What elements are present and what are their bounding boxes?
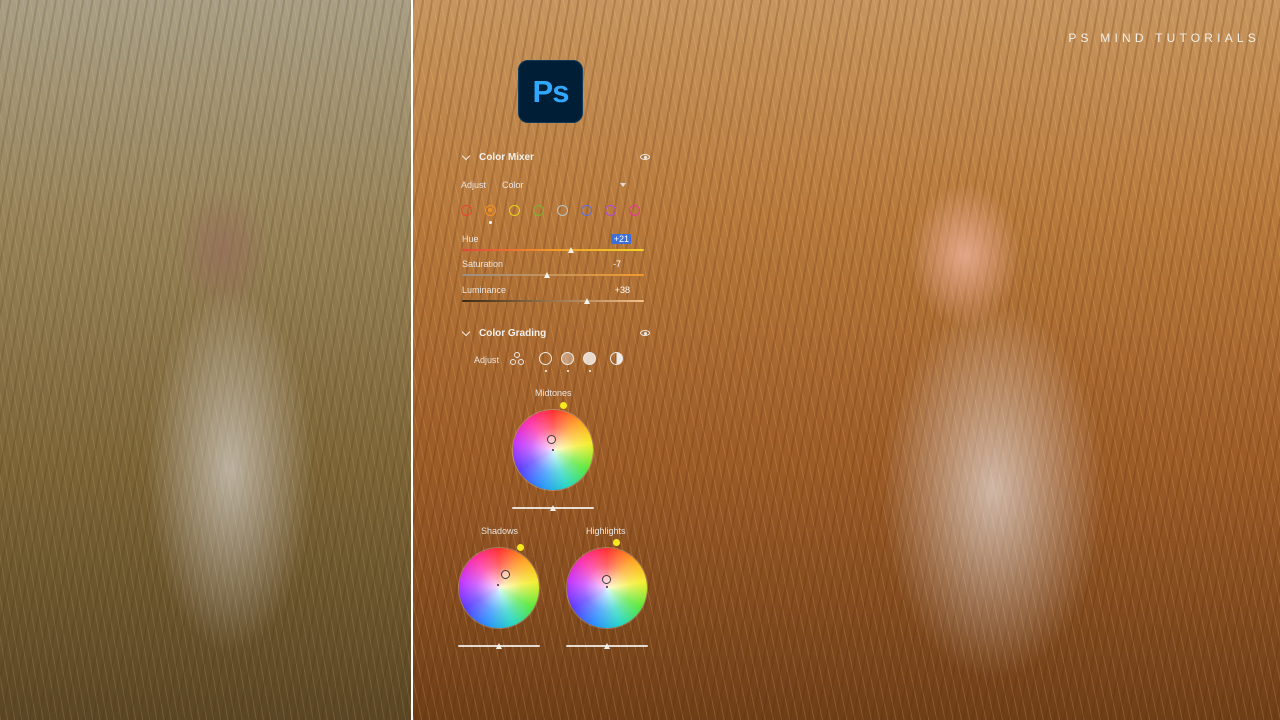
before-after-divider xyxy=(411,0,413,720)
color-grading-title: Color Grading xyxy=(479,328,547,339)
color-grading-adjust-label: Adjust xyxy=(474,355,500,365)
shadows-luminance-knob[interactable] xyxy=(517,544,524,551)
dropdown-caret-icon xyxy=(619,183,626,187)
shadows-wheel-center xyxy=(497,584,499,586)
shadows-balance-thumb[interactable] xyxy=(495,643,502,649)
shadows-color-wheel[interactable] xyxy=(459,548,539,628)
saturation-value-field[interactable]: -7 xyxy=(607,259,623,269)
hue-value-field[interactable]: +21 xyxy=(611,234,631,244)
hue-slider-track[interactable] xyxy=(462,249,644,251)
swatch-red[interactable] xyxy=(461,205,472,216)
shadows-mode-indicator xyxy=(545,370,547,372)
midtones-label: Midtones xyxy=(535,388,572,398)
swatch-yellow[interactable] xyxy=(509,205,520,216)
color-mixer-visibility-eye-icon[interactable] xyxy=(640,154,650,160)
highlights-luminance-knob[interactable] xyxy=(613,539,620,546)
selected-swatch-indicator xyxy=(489,221,492,224)
swatch-purple[interactable] xyxy=(605,205,616,216)
before-photo xyxy=(0,0,411,720)
color-mixer-title: Color Mixer xyxy=(479,152,535,163)
midtones-luminance-knob[interactable] xyxy=(560,402,567,409)
highlights-color-wheel[interactable] xyxy=(567,548,647,628)
highlights-wheel-center xyxy=(606,586,608,588)
swatch-green[interactable] xyxy=(533,205,544,216)
swatch-magenta[interactable] xyxy=(629,205,640,216)
color-mixer-adjust-dropdown[interactable]: Color xyxy=(502,180,626,190)
saturation-slider-thumb[interactable] xyxy=(544,272,551,278)
global-mode-icon[interactable] xyxy=(610,352,623,365)
shadows-label: Shadows xyxy=(481,526,519,536)
saturation-slider-track[interactable] xyxy=(462,274,644,276)
luminance-slider-thumb[interactable] xyxy=(584,298,591,304)
shadows-mode-icon[interactable] xyxy=(539,352,552,365)
midtones-mode-icon[interactable] xyxy=(561,352,574,365)
midtones-wheel-handle[interactable] xyxy=(547,435,556,444)
midtones-balance-thumb[interactable] xyxy=(549,505,556,511)
saturation-label: Saturation xyxy=(462,259,504,269)
color-mixer-adjust-value: Color xyxy=(502,180,524,190)
color-grading-visibility-eye-icon[interactable] xyxy=(640,330,650,336)
luminance-slider-track[interactable] xyxy=(462,300,644,302)
highlights-mode-indicator xyxy=(589,370,591,372)
midtones-wheel-center xyxy=(552,449,554,451)
highlights-wheel-handle[interactable] xyxy=(602,575,611,584)
luminance-value-field[interactable]: +38 xyxy=(608,285,632,295)
luminance-label: Luminance xyxy=(462,285,507,295)
midtones-color-wheel[interactable] xyxy=(513,410,593,490)
shadows-wheel-handle[interactable] xyxy=(501,570,510,579)
hue-label: Hue xyxy=(462,234,479,244)
color-mixer-adjust-label: Adjust xyxy=(461,180,487,190)
swatch-aqua[interactable] xyxy=(557,205,568,216)
highlights-balance-thumb[interactable] xyxy=(603,643,610,649)
swatch-blue[interactable] xyxy=(581,205,592,216)
highlights-mode-icon[interactable] xyxy=(583,352,596,365)
brand-watermark: PS MIND TUTORIALS xyxy=(1068,31,1260,45)
hue-slider-thumb[interactable] xyxy=(567,247,574,253)
three-way-mode-icon[interactable] xyxy=(510,352,526,367)
swatch-orange[interactable] xyxy=(485,205,496,216)
photoshop-logo: Ps xyxy=(518,60,583,123)
photoshop-logo-text: Ps xyxy=(532,73,570,109)
midtones-mode-indicator xyxy=(567,370,569,372)
highlights-label: Highlights xyxy=(586,526,626,536)
